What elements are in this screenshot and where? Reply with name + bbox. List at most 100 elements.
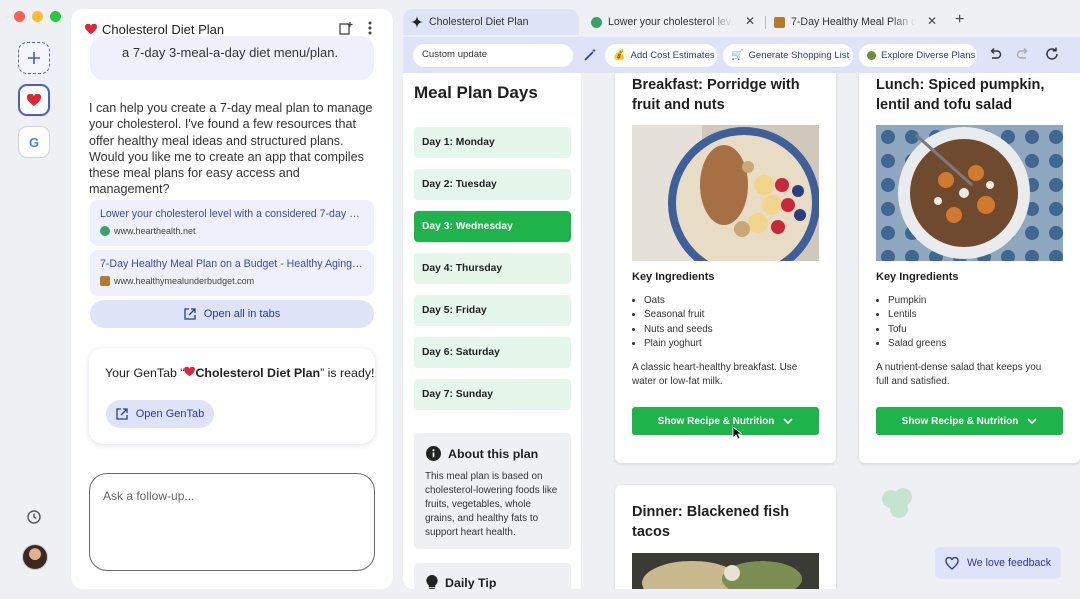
google-icon: G [28, 134, 40, 150]
ingredient-item: Salad greens [888, 337, 946, 351]
mouse-cursor-icon [732, 426, 742, 440]
ingredients-label: Key Ingredients [876, 271, 959, 283]
show-recipe-button[interactable]: Show Recipe & Nutrition [632, 407, 819, 435]
meal-description: A classic heart-healthy breakfast. Use w… [632, 362, 798, 388]
new-tab-icon[interactable]: + [955, 11, 964, 29]
chat-title: Cholesterol Diet Plan [102, 21, 225, 37]
more-options-icon[interactable] [367, 20, 373, 39]
avatar[interactable] [22, 544, 48, 570]
ingredients-list: Pumpkin Lentils Tofu Salad greens [888, 294, 946, 351]
undo-icon[interactable] [988, 47, 1002, 66]
day-item-selected[interactable]: Day 3: Wednesday [414, 211, 571, 242]
open-external-icon [116, 408, 128, 420]
day-item[interactable]: Day 6: Saturday [414, 337, 571, 368]
ingredients-list: Oats Seasonal fruit Nuts and seeds Plain… [644, 294, 713, 351]
tab-label: 7-Day Healthy Meal Plan on a [791, 16, 916, 28]
about-plan-box: About this plan This meal plan is based … [414, 433, 571, 549]
cart-icon: 🛒 [731, 50, 744, 61]
heart-icon [27, 93, 41, 106]
custom-update-input[interactable]: Custom update [413, 44, 573, 67]
source-url: www.healthymealunderbudget.com [114, 276, 255, 286]
tab-label: Lower your cholesterol level w [608, 16, 733, 28]
source-title: 7-Day Healthy Meal Plan on a Budget - He… [100, 258, 364, 270]
history-icon[interactable] [26, 509, 42, 530]
tab-cholesterol-diet-plan[interactable]: Cholesterol Diet Plan [403, 9, 579, 35]
sparkle-icon [411, 16, 423, 28]
days-heading: Meal Plan Days [414, 83, 538, 102]
heart-icon [85, 23, 97, 34]
action-label: Generate Shopping List [748, 50, 850, 61]
favicon-icon [774, 16, 785, 28]
source-link-healthymeal[interactable]: 7-Day Healthy Meal Plan on a Budget - He… [90, 250, 374, 296]
favicon-icon [100, 226, 110, 236]
meal-description: A nutrient-dense salad that keeps you fu… [876, 362, 1042, 388]
action-label: Add Cost Estimates [630, 50, 715, 61]
info-icon [426, 446, 441, 461]
close-tab-icon[interactable]: ✕ [927, 14, 937, 28]
action-label: Explore Diverse Plans [881, 50, 976, 61]
followup-input[interactable]: Ask a follow-up... [89, 473, 375, 571]
plus-icon [28, 52, 40, 64]
meal-title: Breakfast: Porridge with fruit and nuts [632, 77, 800, 113]
refresh-icon[interactable] [1044, 46, 1060, 67]
leaf-decoration-icon [882, 488, 912, 518]
open-all-tabs-button[interactable]: Open all in tabs [90, 300, 374, 328]
breakfast-image [632, 125, 819, 261]
chevron-down-icon [783, 418, 793, 424]
close-tab-icon[interactable]: ✕ [745, 14, 755, 28]
ingredient-item: Lentils [888, 308, 946, 322]
open-gentab-button[interactable]: Open GenTab [106, 400, 214, 428]
tab-lower-cholesterol[interactable]: Lower your cholesterol level w [591, 9, 741, 35]
chevron-down-icon [1027, 418, 1037, 424]
ingredient-item: Pumpkin [888, 294, 946, 308]
day-item[interactable]: Day 7: Sunday [414, 379, 571, 410]
day-item[interactable]: Day 5: Friday [414, 295, 571, 326]
meal-card-lunch: Lunch: Spiced pumpkin, lentil and tofu s… [859, 73, 1080, 463]
open-external-icon [184, 308, 196, 320]
day-item[interactable]: Day 4: Thursday [414, 253, 571, 284]
dinner-image [632, 553, 819, 589]
gentab-ready-text: Your GenTab “ Cholesterol Diet Plan” is r… [105, 366, 374, 380]
explore-diverse-plans-button[interactable]: Explore Diverse Plans [859, 44, 977, 67]
button-label: Show Recipe & Nutrition [657, 415, 775, 427]
show-recipe-button[interactable]: Show Recipe & Nutrition [876, 407, 1063, 435]
redo-icon[interactable] [1016, 47, 1030, 66]
ingredient-item: Oats [644, 294, 713, 308]
day-item[interactable]: Day 1: Monday [414, 127, 571, 158]
lightbulb-icon [426, 575, 438, 589]
tab-7-day-meal-plan[interactable]: 7-Day Healthy Meal Plan on a [774, 9, 922, 35]
feedback-button[interactable]: We love feedback [935, 547, 1061, 579]
gentab-name: Cholesterol Diet Plan [195, 366, 321, 380]
heart-outline-icon [945, 556, 959, 570]
generate-shopping-list-button[interactable]: 🛒 Generate Shopping List [723, 44, 853, 67]
source-link-hearthealth[interactable]: Lower your cholesterol level with a cons… [90, 200, 374, 246]
favicon-icon [591, 16, 602, 28]
assistant-message: I can help you create a 7-day meal plan … [89, 101, 373, 197]
favicon-icon [100, 276, 110, 286]
source-title: Lower your cholesterol level with a cons… [100, 208, 364, 220]
meal-card-breakfast: Breakfast: Porridge with fruit and nuts … [615, 73, 836, 463]
source-url: www.hearthealth.net [114, 226, 196, 236]
new-gentab-button[interactable] [18, 42, 50, 74]
open-gentab-label: Open GenTab [135, 408, 205, 420]
rail-gentab-cholesterol[interactable] [18, 84, 50, 116]
add-cost-estimates-button[interactable]: 💰 Add Cost Estimates [605, 44, 717, 67]
app-rail: G [0, 0, 70, 599]
day-item[interactable]: Day 2: Tuesday [414, 169, 571, 200]
ingredient-item: Plain yoghurt [644, 337, 713, 351]
gentab-content: Meal Plan Days Day 1: Monday Day 2: Tues… [403, 73, 1080, 589]
globe-icon [867, 51, 876, 60]
rail-google[interactable]: G [18, 126, 50, 158]
about-text: This meal plan is based on cholesterol-l… [425, 471, 558, 538]
days-sidebar: Meal Plan Days Day 1: Monday Day 2: Tues… [403, 73, 581, 589]
meal-title: Lunch: Spiced pumpkin, lentil and tofu s… [876, 77, 1045, 113]
heart-icon [184, 366, 196, 377]
tab-divider [765, 16, 766, 29]
gentab-toolbar: Custom update 💰 Add Cost Estimates 🛒 Gen… [403, 37, 1080, 73]
ingredient-item: Nuts and seeds [644, 323, 713, 337]
feedback-label: We love feedback [967, 557, 1052, 569]
meal-title: Dinner: Blackened fish tacos [632, 504, 790, 540]
ingredient-item: Seasonal fruit [644, 308, 713, 322]
daily-tip-box: Daily Tip [414, 563, 571, 589]
magic-wand-icon[interactable] [583, 48, 597, 67]
